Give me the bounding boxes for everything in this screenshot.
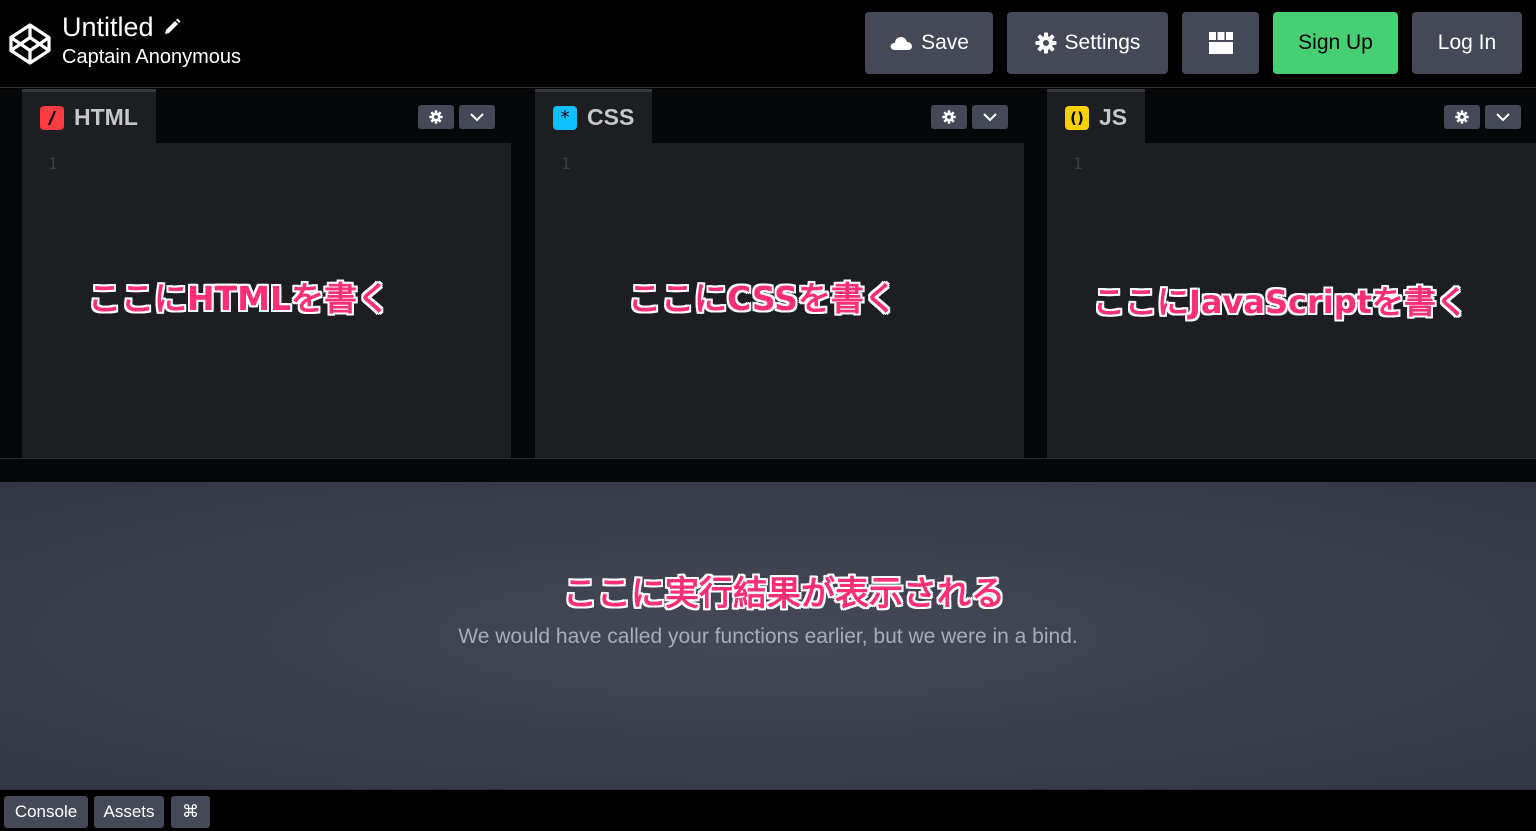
tab-css[interactable]: * CSS xyxy=(535,89,653,143)
chevron-down-icon xyxy=(983,113,997,122)
line-number: 1 xyxy=(48,154,58,173)
line-number: 1 xyxy=(1073,154,1083,173)
assets-button[interactable]: Assets xyxy=(94,796,164,828)
tab-js[interactable]: () JS xyxy=(1047,89,1146,143)
css-editor-header: * CSS xyxy=(535,89,1024,143)
gear-icon xyxy=(942,110,956,124)
change-view-button[interactable] xyxy=(1182,12,1259,74)
pencil-icon[interactable] xyxy=(162,17,182,37)
save-label: Save xyxy=(921,31,969,54)
css-editor-options-button[interactable] xyxy=(972,105,1008,129)
js-editor-header: () JS xyxy=(1047,89,1536,143)
result-message: We would have called your functions earl… xyxy=(458,625,1078,648)
log-in-button[interactable]: Log In xyxy=(1412,12,1522,74)
pen-title[interactable]: Untitled xyxy=(62,10,154,44)
css-annotation: ここにCSSを書く xyxy=(628,279,897,318)
line-number: 1 xyxy=(561,154,571,173)
js-editor-settings-button[interactable] xyxy=(1444,105,1480,129)
tab-html-label: HTML xyxy=(74,104,138,130)
gear-icon xyxy=(1035,32,1057,54)
js-editor[interactable]: () JS 1 xyxy=(1047,89,1536,458)
console-button[interactable]: Console xyxy=(4,796,88,828)
chevron-down-icon xyxy=(470,113,484,122)
codepen-logo-icon[interactable] xyxy=(8,22,52,66)
author-name[interactable]: Captain Anonymous xyxy=(62,46,241,69)
gear-icon xyxy=(1455,110,1469,124)
settings-label: Settings xyxy=(1064,31,1141,54)
pane-resizer[interactable] xyxy=(0,458,1536,482)
sign-up-button[interactable]: Sign Up xyxy=(1273,12,1398,74)
chevron-down-icon xyxy=(1496,113,1510,122)
tab-html[interactable]: HTML xyxy=(22,89,156,143)
css-asterisk-icon: * xyxy=(553,105,577,130)
layout-grid-icon xyxy=(1208,32,1233,54)
footer-bar: Console Assets ⌘ xyxy=(0,789,1536,831)
css-editor-settings-button[interactable] xyxy=(931,105,967,129)
js-annotation: ここにJavaScriptを書く xyxy=(1093,283,1468,321)
console-label: Console xyxy=(14,802,78,821)
html-slash-icon xyxy=(40,105,64,130)
gear-icon xyxy=(429,110,443,124)
html-editor-settings-button[interactable] xyxy=(418,105,454,129)
settings-button[interactable]: Settings xyxy=(1007,12,1168,74)
command-icon: ⌘ xyxy=(182,802,199,822)
result-annotation: ここに実行結果が表示される xyxy=(563,574,1005,614)
pen-title-block: Untitled Captain Anonymous xyxy=(62,10,241,69)
js-editor-options-button[interactable] xyxy=(1485,105,1521,129)
html-editor-options-button[interactable] xyxy=(459,105,495,129)
html-editor-header: HTML xyxy=(22,89,511,143)
js-parens-icon: () xyxy=(1065,105,1089,130)
html-annotation: ここにHTMLを書く xyxy=(88,279,390,318)
keyboard-shortcuts-button[interactable]: ⌘ xyxy=(171,796,210,828)
log-in-label: Log In xyxy=(1437,31,1497,54)
top-header: Untitled Captain Anonymous Save Settings… xyxy=(0,0,1536,88)
sign-up-label: Sign Up xyxy=(1298,31,1373,54)
save-button[interactable]: Save xyxy=(865,12,993,74)
tab-css-label: CSS xyxy=(587,104,635,130)
assets-label: Assets xyxy=(103,802,155,821)
cloud-icon xyxy=(890,37,913,50)
tab-js-label: JS xyxy=(1099,104,1128,130)
